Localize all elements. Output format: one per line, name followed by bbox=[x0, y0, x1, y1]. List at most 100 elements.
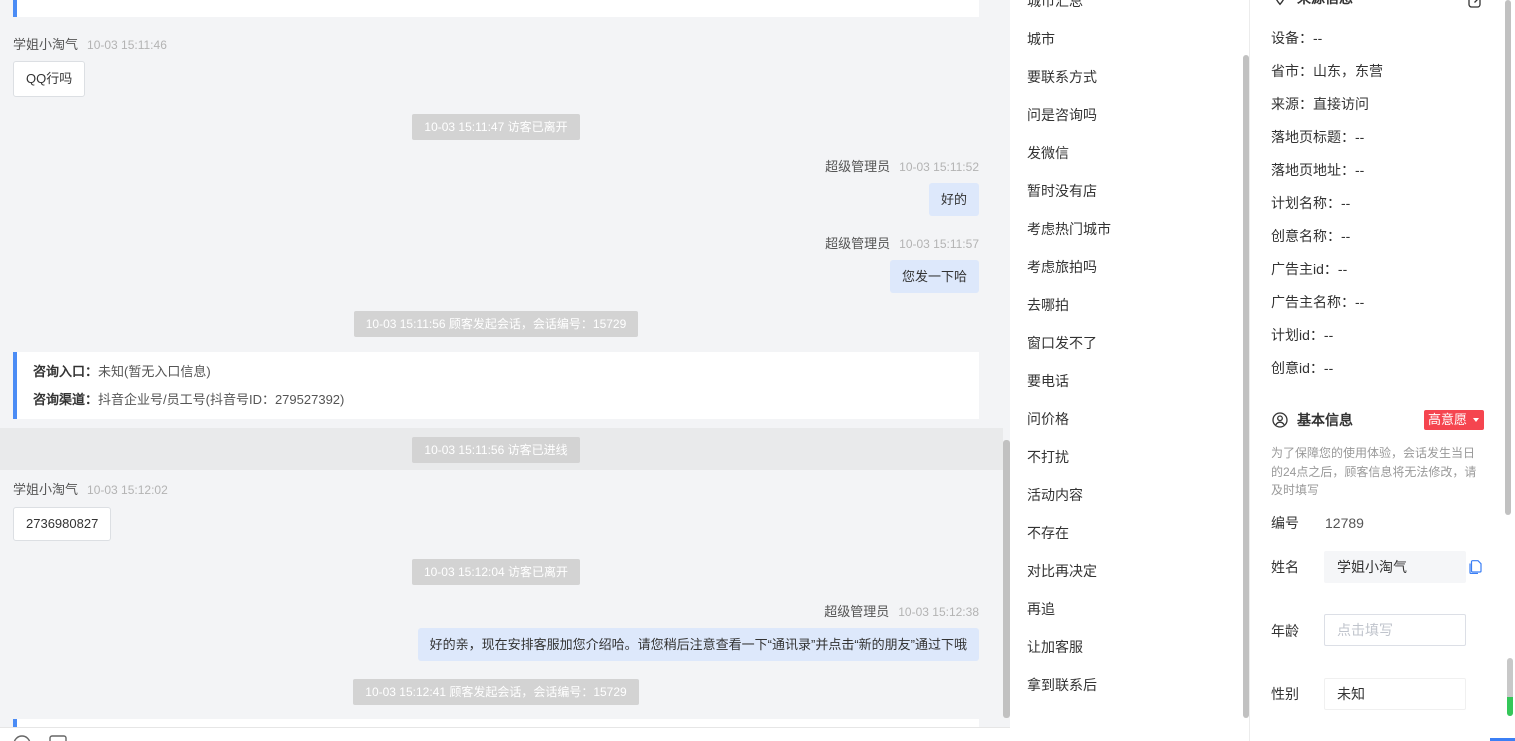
message-meta: 超级管理员 10-03 15:12:38 bbox=[824, 604, 979, 620]
source-field-advertiser-name: 广告主名称：-- bbox=[1271, 286, 1491, 319]
system-notice-text: 10-03 15:12:41 顾客发起会话，会话编号：15729 bbox=[353, 679, 639, 705]
field-label: 落地页地址： bbox=[1271, 162, 1355, 178]
copy-icon[interactable] bbox=[1469, 560, 1482, 574]
customer-name-label: 姓名 bbox=[1271, 559, 1299, 575]
sender-name: 超级管理员 bbox=[825, 159, 891, 174]
chat-panel: 学姐小淘气 10-03 15:11:46 QQ行吗 10-03 15:11:47 … bbox=[0, 0, 1010, 741]
intent-level-dropdown[interactable]: 高意愿 bbox=[1424, 410, 1484, 430]
quick-reply-item[interactable]: 去哪拍 bbox=[1010, 286, 1240, 324]
quick-reply-scrollbar-thumb[interactable] bbox=[1243, 55, 1249, 718]
field-value: -- bbox=[1355, 129, 1365, 145]
quick-reply-item[interactable]: 拿到联系后 bbox=[1010, 666, 1240, 704]
source-field-creative-id: 创意id：-- bbox=[1271, 352, 1491, 385]
source-field-creative-name: 创意名称：-- bbox=[1271, 220, 1491, 253]
message-time: 10-03 15:11:46 bbox=[87, 38, 167, 52]
basic-info-title: 基本信息 bbox=[1297, 412, 1353, 428]
customer-id-value: 12789 bbox=[1325, 515, 1364, 531]
edit-deadline-note: 为了保障您的使用体验，会话发生当日的24点之后，顾客信息将无法修改，请及时填写 bbox=[1271, 446, 1477, 497]
message-meta: 超级管理员 10-03 15:11:52 bbox=[825, 159, 979, 175]
quick-reply-item[interactable]: 要电话 bbox=[1010, 362, 1240, 400]
field-value: -- bbox=[1323, 360, 1334, 376]
visitor-message-bubble: 2736980827 bbox=[13, 507, 112, 541]
system-notice: 10-03 15:12:04 访客已离开 bbox=[13, 559, 979, 585]
consult-channel-row: 咨询渠道：抖音企业号/员工号(抖音号ID：279527392) bbox=[33, 386, 979, 414]
source-field-region: 省市：山东，东营 bbox=[1271, 55, 1491, 88]
quick-reply-item[interactable]: 问是咨询吗 bbox=[1010, 96, 1240, 134]
field-label: 计划id： bbox=[1271, 327, 1324, 343]
quick-reply-list: 城市汇总 城市 要联系方式 问是咨询吗 发微信 暂时没有店 考虑热门城市 考虑旅… bbox=[1010, 0, 1240, 704]
message-meta: 学姐小淘气 10-03 15:12:02 bbox=[13, 482, 168, 498]
previous-info-card bbox=[13, 0, 979, 17]
field-label: 设备： bbox=[1271, 30, 1313, 46]
quick-reply-panel: 城市汇总 城市 要联系方式 问是咨询吗 发微信 暂时没有店 考虑热门城市 考虑旅… bbox=[1010, 0, 1250, 741]
location-pin-icon bbox=[1276, 0, 1284, 6]
customer-info-panel: 来源信息 设备：-- 省市：山东，东营 来源：直接访问 落地页标题：-- 落地页… bbox=[1250, 0, 1515, 741]
source-field-landing-url: 落地页地址：-- bbox=[1271, 154, 1491, 187]
quick-reply-item[interactable]: 考虑旅拍吗 bbox=[1010, 248, 1240, 286]
emoji-icon[interactable] bbox=[13, 735, 31, 741]
message-time: 10-03 15:12:38 bbox=[898, 605, 979, 619]
system-notice-text: 10-03 15:11:56 顾客发起会话，会话编号：15729 bbox=[353, 311, 639, 337]
chat-scrollbar-thumb[interactable] bbox=[1003, 440, 1010, 718]
customer-gender-select[interactable]: 未知 bbox=[1324, 678, 1466, 710]
system-notice-text: 10-03 15:12:04 访客已离开 bbox=[411, 559, 581, 585]
system-notice-text: 10-03 15:11:47 访客已离开 bbox=[412, 114, 580, 140]
quick-reply-item[interactable]: 不存在 bbox=[1010, 514, 1240, 552]
field-label: 广告主id： bbox=[1271, 261, 1338, 277]
system-notice: 10-03 15:11:56 访客已进线 bbox=[13, 437, 979, 463]
quick-reply-item[interactable]: 对比再决定 bbox=[1010, 552, 1240, 590]
message-meta: 学姐小淘气 10-03 15:11:46 bbox=[13, 37, 167, 53]
consult-channel-value: 抖音企业号/员工号(抖音号ID：279527392) bbox=[98, 392, 345, 407]
quick-reply-item[interactable]: 窗口发不了 bbox=[1010, 324, 1240, 362]
quick-reply-item[interactable]: 暂时没有店 bbox=[1010, 172, 1240, 210]
field-label: 来源： bbox=[1271, 96, 1313, 112]
quick-reply-item[interactable]: 活动内容 bbox=[1010, 476, 1240, 514]
message-time: 10-03 15:12:02 bbox=[87, 483, 168, 497]
consult-entry-label: 咨询入口： bbox=[33, 364, 99, 379]
agent-message-bubble: 好的亲，现在安排客服加您介绍哈。请您稍后注意查看一下“通讯录”并点击“新的朋友”… bbox=[417, 628, 979, 661]
edit-icon[interactable] bbox=[1468, 0, 1483, 8]
field-value: 直接访问 bbox=[1313, 96, 1369, 112]
quick-reply-item[interactable]: 发微信 bbox=[1010, 134, 1240, 172]
system-notice: 10-03 15:11:47 访客已离开 bbox=[13, 114, 979, 140]
page-scrollbar-thumb[interactable] bbox=[1507, 658, 1513, 716]
image-icon[interactable] bbox=[49, 735, 67, 741]
field-label: 广告主名称： bbox=[1271, 294, 1355, 310]
customer-name-field[interactable]: 学姐小淘气 bbox=[1324, 551, 1466, 583]
source-field-landing-title: 落地页标题：-- bbox=[1271, 121, 1491, 154]
consult-entry-row: 咨询入口：未知(暂无入口信息) bbox=[33, 358, 979, 386]
system-notice-text: 10-03 15:11:56 访客已进线 bbox=[412, 437, 580, 463]
caret-down-icon bbox=[1473, 418, 1479, 422]
field-label: 落地页标题： bbox=[1271, 129, 1355, 145]
field-value: -- bbox=[1323, 327, 1334, 343]
message-meta: 超级管理员 10-03 15:11:57 bbox=[825, 236, 979, 252]
field-value: -- bbox=[1313, 30, 1323, 46]
field-value: -- bbox=[1355, 294, 1365, 310]
user-circle-icon bbox=[1272, 412, 1288, 428]
source-field-advertiser-id: 广告主id：-- bbox=[1271, 253, 1491, 286]
next-info-card bbox=[13, 719, 979, 727]
sender-name: 学姐小淘气 bbox=[13, 482, 79, 497]
field-label: 省市： bbox=[1271, 63, 1313, 79]
customer-gender-label: 性别 bbox=[1271, 686, 1299, 702]
quick-reply-item[interactable]: 考虑热门城市 bbox=[1010, 210, 1240, 248]
consult-channel-label: 咨询渠道： bbox=[33, 392, 99, 407]
quick-reply-item[interactable]: 城市 bbox=[1010, 20, 1240, 58]
customer-age-input[interactable] bbox=[1324, 614, 1466, 646]
field-value: -- bbox=[1341, 228, 1351, 244]
info-panel-scrollbar-thumb[interactable] bbox=[1505, 0, 1511, 515]
quick-reply-item[interactable]: 让加客服 bbox=[1010, 628, 1240, 666]
source-field-origin: 来源：直接访问 bbox=[1271, 88, 1491, 121]
customer-id-label: 编号 bbox=[1271, 515, 1299, 531]
quick-reply-item[interactable]: 城市汇总 bbox=[1010, 0, 1240, 20]
input-toolbar bbox=[0, 727, 1010, 741]
quick-reply-item[interactable]: 问价格 bbox=[1010, 400, 1240, 438]
quick-reply-item[interactable]: 要联系方式 bbox=[1010, 58, 1240, 96]
quick-reply-item[interactable]: 再追 bbox=[1010, 590, 1240, 628]
field-label: 创意名称： bbox=[1271, 228, 1341, 244]
source-field-plan-name: 计划名称：-- bbox=[1271, 187, 1491, 220]
message-time: 10-03 15:11:52 bbox=[899, 160, 979, 174]
quick-reply-item[interactable]: 不打扰 bbox=[1010, 438, 1240, 476]
customer-age-label: 年龄 bbox=[1271, 623, 1299, 639]
sender-name: 超级管理员 bbox=[824, 604, 890, 619]
